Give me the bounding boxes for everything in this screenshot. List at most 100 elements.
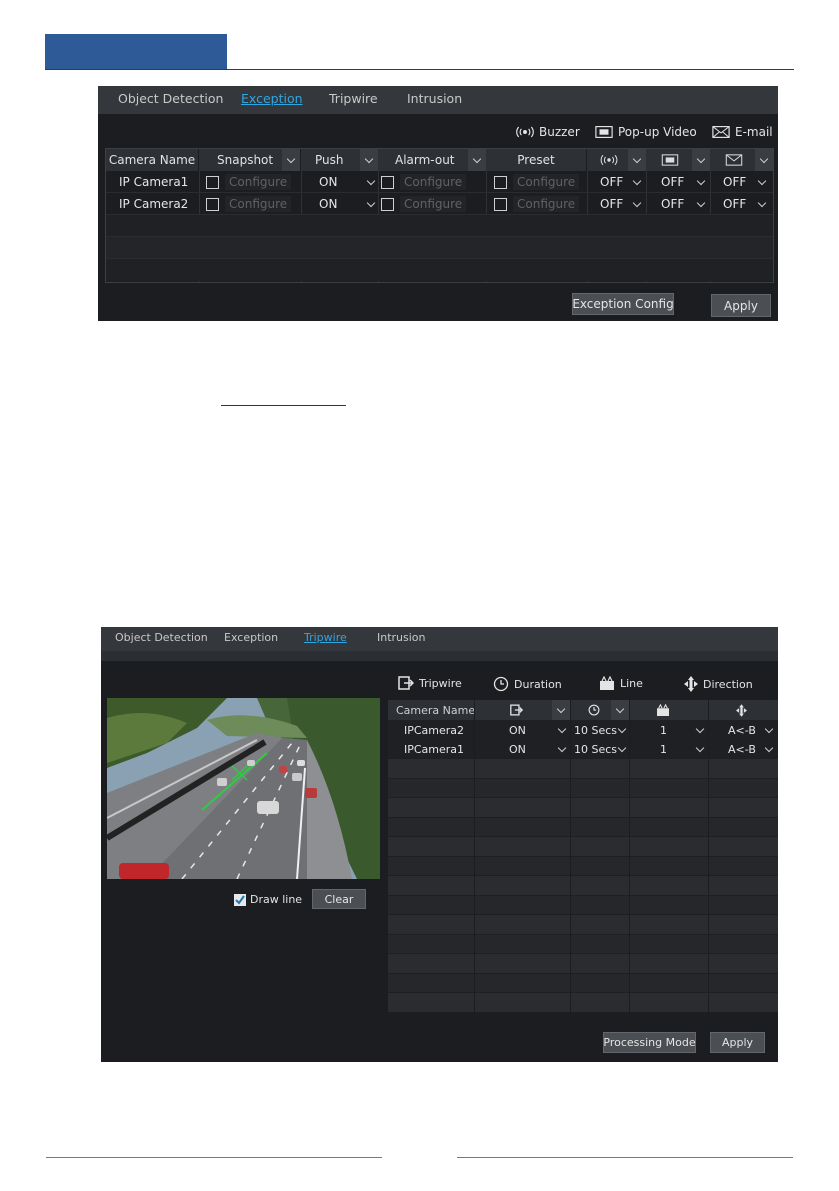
clear-button[interactable]: Clear	[312, 889, 366, 909]
tripwire-dropdown[interactable]	[552, 700, 570, 720]
direction-value[interactable]: A<-B	[728, 740, 756, 760]
direction-icon	[684, 676, 698, 692]
line-value[interactable]: 1	[660, 740, 667, 760]
chevron-down-icon	[557, 724, 567, 733]
alarm-out-cell: Configure	[381, 171, 467, 193]
popup-video-dropdown[interactable]	[692, 149, 710, 171]
apply-button[interactable]: Apply	[711, 294, 771, 317]
draw-line-checkbox[interactable]	[234, 893, 246, 906]
snapshot-dropdown[interactable]	[282, 149, 300, 171]
email-chevron[interactable]	[757, 171, 767, 193]
line-icon	[657, 704, 669, 716]
line-value[interactable]: 1	[660, 720, 667, 740]
camera-name: IPCamera1	[404, 743, 465, 756]
tab-intrusion[interactable]: Intrusion	[377, 631, 426, 644]
email-value[interactable]: OFF	[723, 171, 746, 193]
table-row	[388, 973, 778, 993]
buzzer-icon	[516, 126, 534, 138]
alarm-out-configure-button[interactable]: Configure	[400, 174, 467, 190]
tab-exception[interactable]: Exception	[224, 631, 278, 644]
email-value[interactable]: OFF	[723, 193, 746, 215]
table-row[interactable]: IP Camera1 Configure ON Configure Config…	[106, 171, 773, 193]
line-legend: Line	[599, 676, 643, 690]
popup-chevron[interactable]	[696, 171, 706, 193]
duration-chevron[interactable]	[617, 720, 627, 740]
draw-line-toggle[interactable]: Draw line	[234, 893, 302, 906]
table-row	[388, 915, 778, 935]
table-row	[106, 237, 773, 259]
direction-chevron[interactable]	[764, 720, 774, 740]
line-icon	[600, 676, 614, 690]
table-row	[388, 856, 778, 876]
direction-label: Direction	[703, 677, 753, 691]
push-chevron[interactable]	[366, 171, 376, 193]
tab-tripwire[interactable]: Tripwire	[329, 91, 378, 106]
tripwire-value[interactable]: ON	[509, 720, 526, 740]
header-rule	[45, 69, 794, 70]
header-block	[45, 34, 227, 69]
chevron-down-icon	[366, 176, 376, 185]
line-chevron[interactable]	[695, 740, 705, 760]
popup-video-legend: Pop-up Video	[595, 125, 697, 139]
exception-config-button[interactable]: Exception Config	[572, 293, 674, 315]
buzzer-value[interactable]: OFF	[600, 171, 623, 193]
duration-value[interactable]: 10 Secs	[574, 720, 617, 740]
tab-object-detection[interactable]: Object Detection	[115, 631, 208, 644]
preset-checkbox[interactable]	[494, 197, 507, 211]
table-row[interactable]: IPCamera1 ON 10 Secs 1 A<-B	[388, 739, 778, 760]
push-value[interactable]: ON	[319, 171, 337, 193]
snapshot-checkbox[interactable]	[206, 175, 219, 189]
tab-exception[interactable]: Exception	[241, 91, 303, 106]
tripwire-legend: Tripwire	[398, 676, 462, 690]
direction-chevron[interactable]	[764, 740, 774, 760]
alarm-out-checkbox[interactable]	[381, 175, 394, 189]
buzzer-value[interactable]: OFF	[600, 193, 623, 215]
check-icon	[235, 894, 245, 905]
apply-button[interactable]: Apply	[710, 1032, 765, 1053]
chevron-down-icon	[366, 198, 376, 207]
alarm-out-dropdown[interactable]	[468, 149, 486, 171]
email-dropdown[interactable]	[755, 149, 773, 171]
popup-video-label: Pop-up Video	[618, 125, 697, 139]
table-row[interactable]: IP Camera2 Configure ON Configure Config…	[106, 193, 773, 215]
tripwire-chevron[interactable]	[557, 740, 567, 760]
tripwire-chevron[interactable]	[557, 720, 567, 740]
table-row	[388, 954, 778, 974]
buzzer-chevron[interactable]	[632, 171, 642, 193]
tripwire-table-body: IPCamera2 ON 10 Secs 1 A<-B IPCamera1 ON…	[388, 720, 778, 1018]
camera-preview[interactable]	[107, 698, 380, 879]
chevron-down-icon	[757, 176, 767, 185]
buzzer-chevron[interactable]	[632, 193, 642, 215]
push-value[interactable]: ON	[319, 193, 337, 215]
line-chevron[interactable]	[695, 720, 705, 740]
tripwire-value[interactable]: ON	[509, 740, 526, 760]
snapshot-configure-button[interactable]: Configure	[225, 196, 292, 212]
processing-mode-button[interactable]: Processing Mode	[603, 1032, 696, 1053]
tab-tripwire[interactable]: Tripwire	[304, 631, 347, 644]
alarm-out-configure-button[interactable]: Configure	[400, 196, 467, 212]
alarm-out-checkbox[interactable]	[381, 197, 394, 211]
duration-value[interactable]: 10 Secs	[574, 740, 617, 760]
direction-value[interactable]: A<-B	[728, 720, 756, 740]
email-icon	[725, 154, 743, 166]
duration-dropdown[interactable]	[611, 700, 629, 720]
tab-intrusion[interactable]: Intrusion	[407, 91, 462, 106]
push-chevron[interactable]	[366, 193, 376, 215]
chevron-down-icon	[632, 176, 642, 185]
table-row	[106, 215, 773, 237]
preset-configure-button[interactable]: Configure	[513, 174, 580, 190]
popup-chevron[interactable]	[696, 193, 706, 215]
preset-configure-button[interactable]: Configure	[513, 196, 580, 212]
popup-value[interactable]: OFF	[661, 193, 684, 215]
buzzer-legend: Buzzer	[516, 125, 580, 139]
preset-checkbox[interactable]	[494, 175, 507, 189]
push-dropdown[interactable]	[360, 149, 378, 171]
tab-object-detection[interactable]: Object Detection	[118, 91, 223, 106]
table-row[interactable]: IPCamera2 ON 10 Secs 1 A<-B	[388, 720, 778, 740]
email-chevron[interactable]	[757, 193, 767, 215]
snapshot-configure-button[interactable]: Configure	[225, 174, 292, 190]
duration-chevron[interactable]	[617, 740, 627, 760]
snapshot-checkbox[interactable]	[206, 197, 219, 211]
popup-value[interactable]: OFF	[661, 171, 684, 193]
buzzer-dropdown[interactable]	[628, 149, 646, 171]
